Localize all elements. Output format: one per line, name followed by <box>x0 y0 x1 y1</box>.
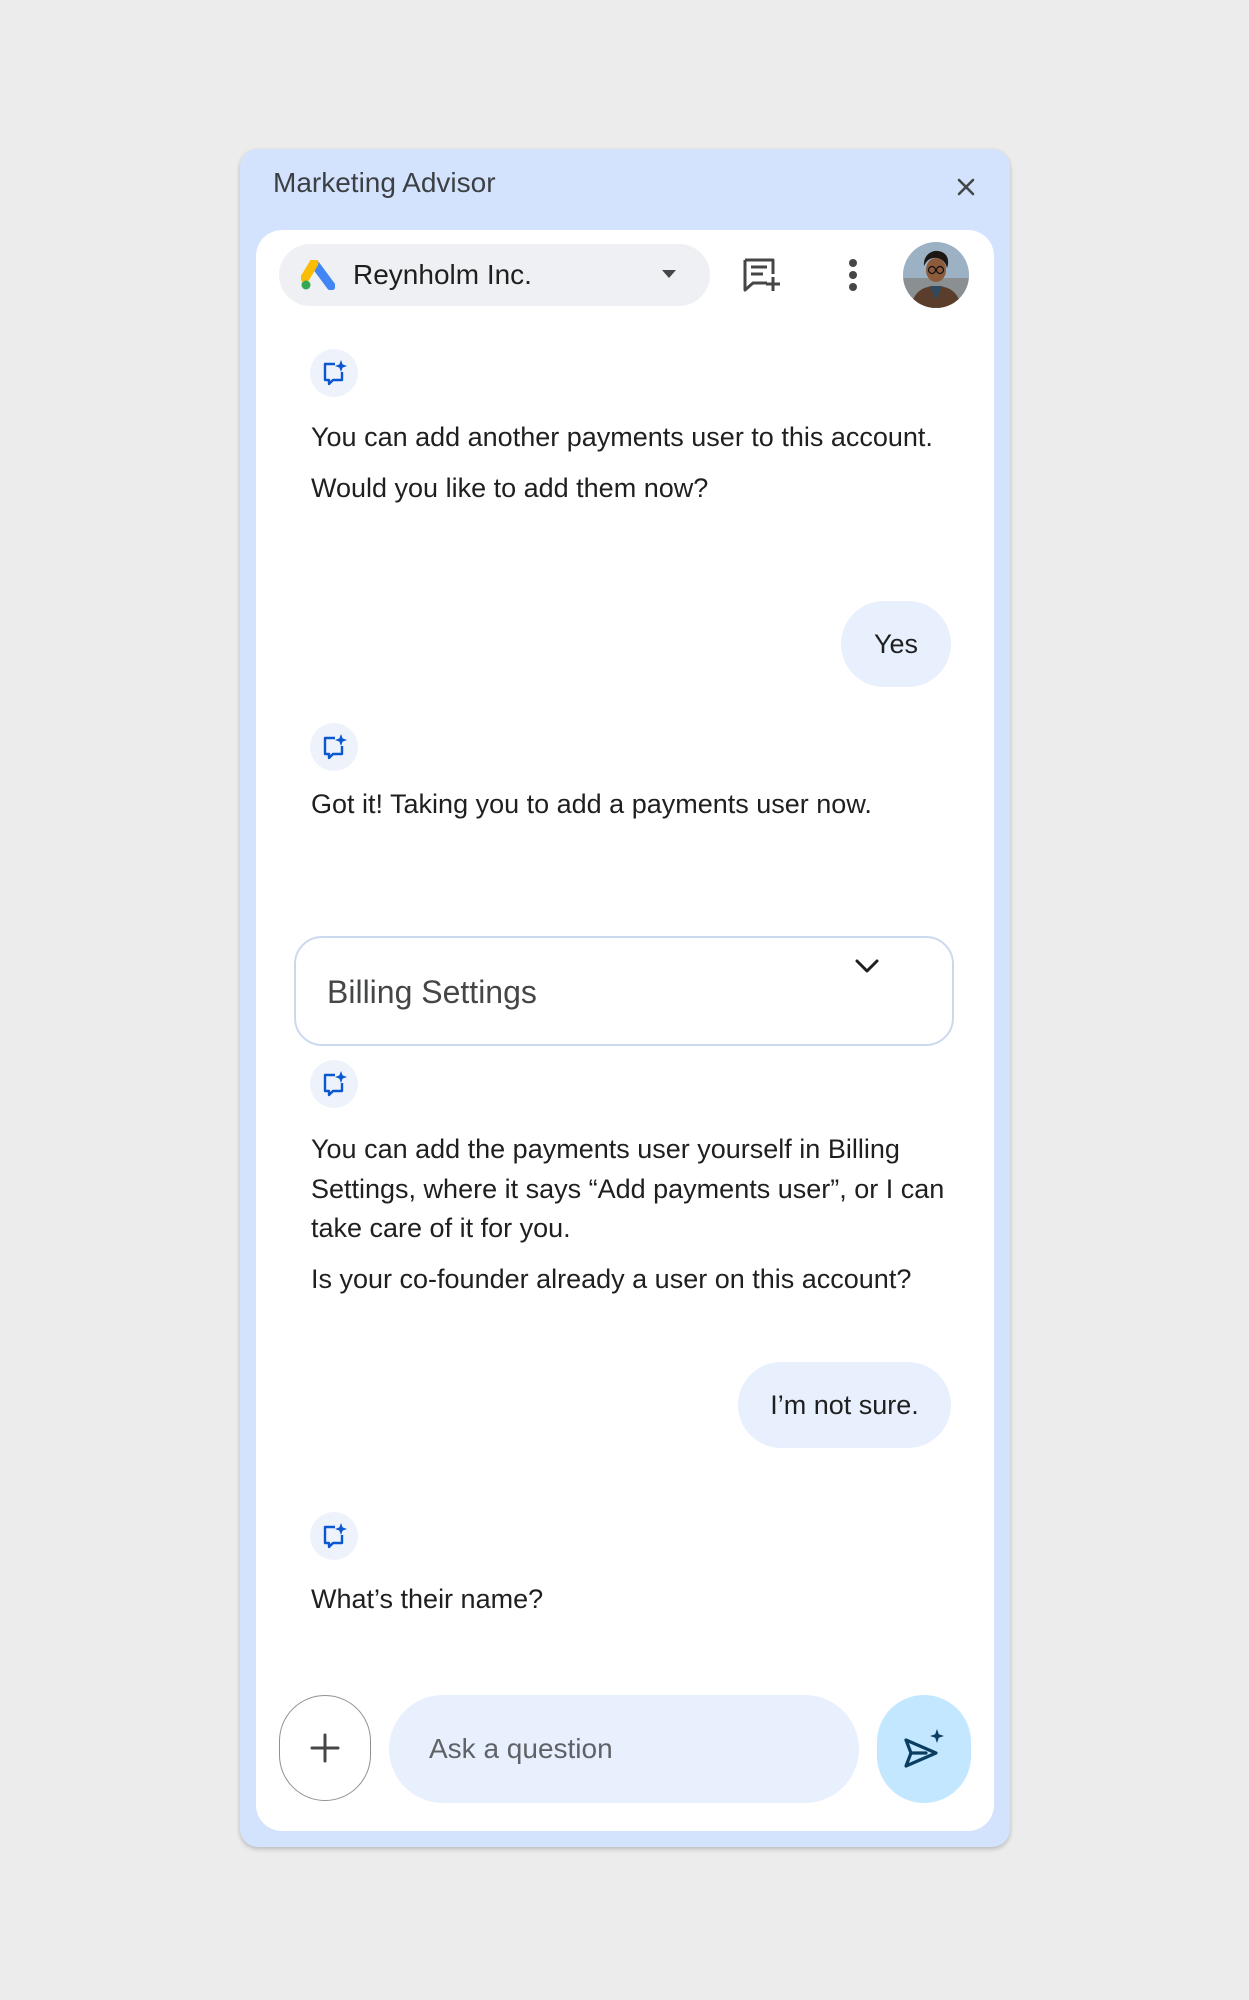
message-text: Is your co-founder already a user on thi… <box>311 1263 912 1294</box>
bot-avatar <box>310 349 358 397</box>
account-name: Reynholm Inc. <box>353 259 532 290</box>
chat-card: Reynholm Inc. You can add another paymen… <box>256 230 994 1831</box>
user-message: I’m not sure. <box>738 1362 951 1448</box>
bot-avatar <box>310 1060 358 1108</box>
bot-spark-icon <box>323 1071 347 1097</box>
avatar-image <box>903 242 969 308</box>
bot-message: What’s their name? <box>311 1580 951 1631</box>
message-text: Got it! Taking you to add a payments use… <box>311 789 872 819</box>
billing-settings-dropdown[interactable]: Billing Settings <box>294 936 954 1046</box>
message-text: You can add the payments user yourself i… <box>311 1134 945 1243</box>
chevron-down-icon <box>855 959 879 973</box>
bot-avatar <box>310 1512 358 1560</box>
user-avatar[interactable] <box>903 242 969 308</box>
account-selector[interactable]: Reynholm Inc. <box>279 244 710 306</box>
message-text: Would you like to add them now? <box>311 472 709 503</box>
marketing-advisor-panel: Marketing Advisor Reynholm Inc. You can … <box>240 149 1010 1847</box>
bot-message: You can add the payments user yourself i… <box>311 1130 951 1310</box>
bot-spark-icon <box>323 360 347 386</box>
bot-spark-icon <box>323 734 347 760</box>
add-attachment-button[interactable] <box>279 1695 371 1801</box>
panel-title: Marketing Advisor <box>273 167 496 198</box>
plus-icon <box>310 1733 340 1763</box>
more-options-button[interactable] <box>827 249 879 301</box>
close-button[interactable] <box>948 169 984 205</box>
billing-settings-label: Billing Settings <box>327 974 537 1010</box>
more-vert-icon <box>849 259 857 291</box>
bot-spark-icon <box>323 1523 347 1549</box>
bot-message: You can add another payments user to thi… <box>311 418 951 519</box>
ask-question-input[interactable] <box>389 1695 859 1803</box>
new-chat-button[interactable] <box>736 249 788 301</box>
bot-message: Got it! Taking you to add a payments use… <box>311 785 951 836</box>
user-message: Yes <box>841 601 951 687</box>
send-button[interactable] <box>877 1695 971 1803</box>
new-chat-icon <box>743 258 780 292</box>
message-text: What’s their name? <box>311 1584 544 1614</box>
send-spark-icon <box>904 1729 944 1768</box>
google-ads-logo <box>301 260 335 290</box>
bot-avatar <box>310 723 358 771</box>
caret-down-icon <box>662 270 676 278</box>
close-icon <box>957 178 975 196</box>
message-text: You can add another payments user to thi… <box>311 422 933 452</box>
